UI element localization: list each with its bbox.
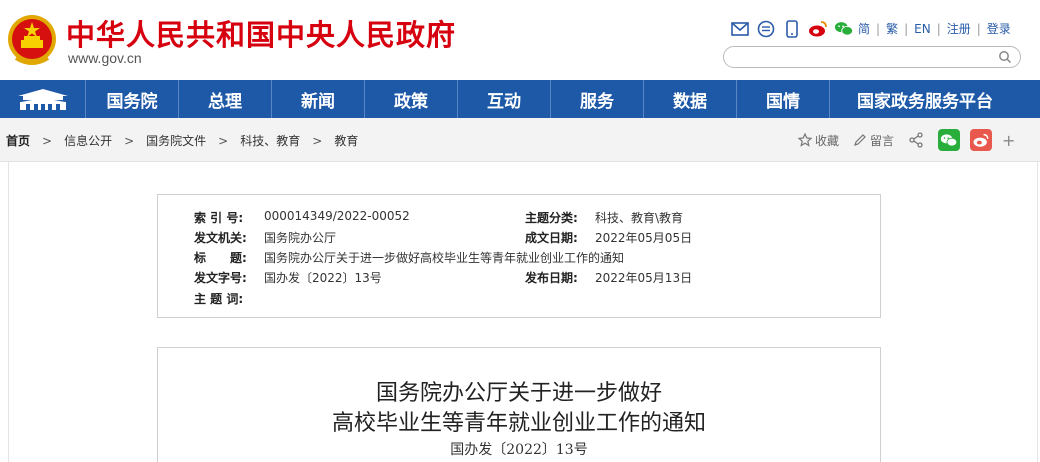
meta-keywords-label: 主 题 词: — [194, 292, 244, 306]
nav-item-data[interactable]: 数据 — [644, 80, 737, 118]
nav-item-state-council[interactable]: 国务院 — [86, 80, 179, 118]
meta-docno-value: 国办发〔2022〕13号 — [264, 271, 382, 285]
document-title-line-1: 国务院办公厅关于进一步做好 — [375, 381, 662, 406]
document-number: 国办发〔2022〕13号 — [450, 442, 588, 458]
star-icon — [798, 133, 812, 147]
weibo-icon — [973, 133, 989, 147]
favorite-label: 收藏 — [815, 133, 840, 148]
meta-written-value: 2022年05月05日 — [595, 231, 693, 245]
meta-docno-row: 发文字号: 国办发〔2022〕13号 — [194, 269, 382, 286]
nav-item-interaction[interactable]: 互动 — [458, 80, 551, 118]
edit-icon — [854, 134, 866, 146]
login-link[interactable]: 登录 — [987, 20, 1011, 37]
chevron-right-icon: > — [218, 133, 229, 148]
nav-item-national-info[interactable]: 国情 — [737, 80, 830, 118]
meta-title-row: 标 题: 国务院办公厅关于进一步做好高校毕业生等青年就业创业工作的通知 — [194, 249, 624, 266]
breadcrumb: 首页 > 信息公开 > 国务院文件 > 科技、教育 > 教育 — [6, 132, 358, 149]
breadcrumb-home[interactable]: 首页 — [6, 132, 30, 149]
page-tools: 收藏 留言 + — [798, 129, 1015, 151]
lang-english-link[interactable]: EN — [914, 22, 931, 36]
mail-icon[interactable] — [730, 19, 750, 39]
nav-home-button[interactable] — [0, 80, 86, 118]
meta-topic-value: 科技、教育\教育 — [595, 211, 684, 225]
more-share-plus-icon[interactable]: + — [1002, 131, 1015, 150]
chevron-right-icon: > — [312, 133, 323, 148]
comment-label: 留言 — [870, 133, 895, 148]
comment-button[interactable]: 留言 — [853, 132, 894, 149]
mobile-icon[interactable] — [782, 19, 802, 39]
wechat-icon — [940, 133, 958, 146]
lang-traditional-link[interactable]: 繁 — [886, 20, 898, 37]
national-emblem-icon[interactable] — [6, 12, 58, 68]
search-box — [723, 46, 1021, 68]
meta-issuer-label: 发文机关: — [194, 231, 247, 245]
wechat-icon[interactable] — [834, 19, 854, 39]
meta-title-label: 标 题: — [194, 251, 247, 265]
breadcrumb-bar: 首页 > 信息公开 > 国务院文件 > 科技、教育 > 教育 收藏 留言 + — [0, 118, 1040, 162]
meta-written-label: 成文日期: — [525, 231, 578, 245]
top-icon-bar — [730, 18, 854, 40]
breadcrumb-info-disclosure[interactable]: 信息公开 — [64, 132, 112, 149]
search-icon[interactable] — [998, 50, 1012, 64]
site-url[interactable]: www.gov.cn — [68, 50, 142, 66]
meta-published-row: 发布日期: 2022年05月13日 — [525, 269, 692, 286]
meta-topic-label: 主题分类: — [525, 211, 578, 225]
breadcrumb-sci-edu[interactable]: 科技、教育 — [240, 132, 300, 149]
weibo-icon[interactable] — [808, 19, 828, 39]
language-links: 简 | 繁 | EN | 注册 | 登录 — [858, 20, 1011, 37]
chevron-right-icon: > — [42, 133, 53, 148]
chevron-right-icon: > — [124, 133, 135, 148]
site-header: 中华人民共和国中央人民政府 www.gov.cn 简 | 繁 | EN | 注册… — [0, 0, 1040, 80]
meta-docno-label: 发文字号: — [194, 271, 247, 285]
meta-keywords-row: 主 题 词: — [194, 290, 264, 307]
share-button[interactable] — [908, 132, 924, 148]
register-link[interactable]: 注册 — [947, 20, 971, 37]
meta-published-value: 2022年05月13日 — [595, 271, 693, 285]
meta-issuer-value: 国务院办公厅 — [264, 231, 337, 245]
share-icon — [909, 132, 923, 148]
tiananmen-icon — [17, 89, 68, 110]
nav-item-policy[interactable]: 政策 — [365, 80, 458, 118]
meta-issuer-row: 发文机关: 国务院办公厅 — [194, 229, 336, 246]
meta-written-row: 成文日期: 2022年05月05日 — [525, 229, 692, 246]
favorite-button[interactable]: 收藏 — [798, 132, 839, 149]
chat-icon[interactable] — [756, 19, 776, 39]
document-title-line-2: 高校毕业生等青年就业创业工作的通知 — [331, 411, 706, 436]
nav-item-premier[interactable]: 总理 — [179, 80, 272, 118]
meta-topic-row: 主题分类: 科技、教育\教育 — [525, 209, 683, 226]
lang-simplified-link[interactable]: 简 — [858, 20, 870, 37]
breadcrumb-state-council-docs[interactable]: 国务院文件 — [146, 132, 206, 149]
site-title[interactable]: 中华人民共和国中央人民政府 — [66, 12, 456, 54]
share-weibo-button[interactable] — [970, 129, 993, 151]
meta-title-value: 国务院办公厅关于进一步做好高校毕业生等青年就业创业工作的通知 — [264, 251, 625, 265]
nav-item-gov-services-platform[interactable]: 国家政务服务平台 — [830, 80, 1020, 118]
nav-item-services[interactable]: 服务 — [551, 80, 644, 118]
search-input[interactable] — [734, 49, 984, 65]
meta-index-row: 索 引 号: 000014349/2022-00052 — [194, 209, 410, 226]
meta-published-label: 发布日期: — [525, 271, 578, 285]
share-wechat-button[interactable] — [938, 129, 961, 151]
meta-index-value: 000014349/2022-00052 — [264, 209, 410, 223]
meta-index-label: 索 引 号: — [194, 211, 244, 225]
main-nav: 国务院 总理 新闻 政策 互动 服务 数据 国情 国家政务服务平台 — [0, 80, 1040, 118]
nav-item-news[interactable]: 新闻 — [272, 80, 365, 118]
breadcrumb-education[interactable]: 教育 — [334, 132, 358, 149]
